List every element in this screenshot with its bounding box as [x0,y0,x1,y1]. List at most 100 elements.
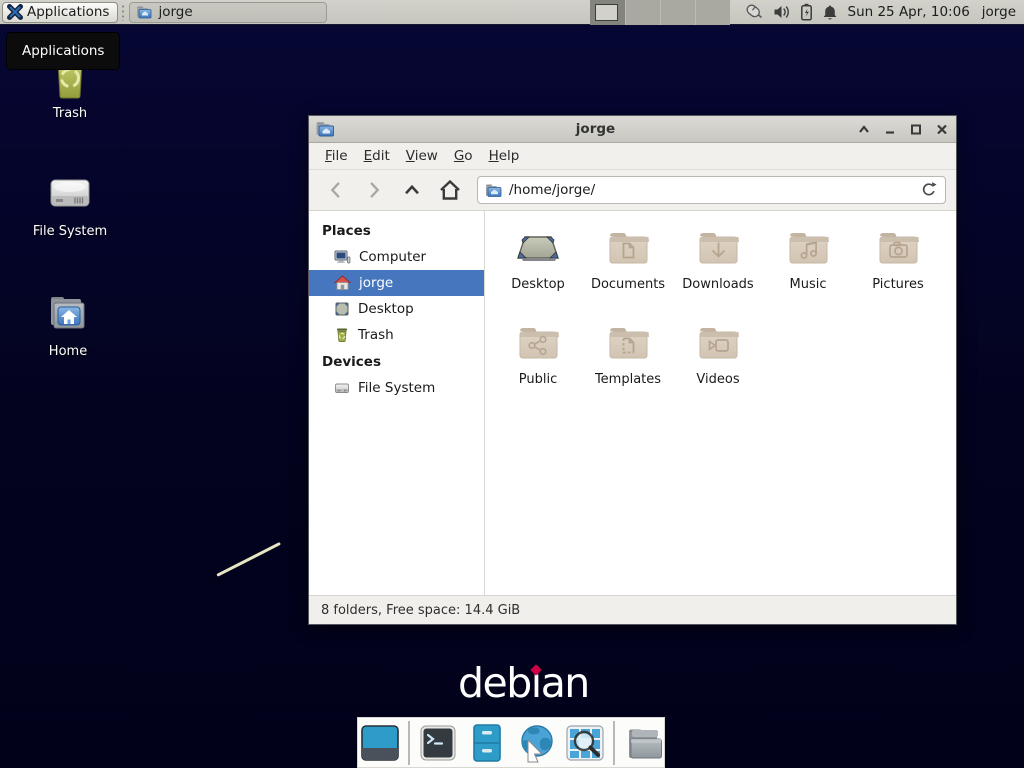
refresh-icon[interactable] [920,181,938,199]
sidebar-item-computer[interactable]: Computer [309,244,484,270]
web-browser-launcher[interactable] [515,722,557,764]
mouse-icon[interactable] [742,3,764,21]
desktop-icon-home[interactable]: Home [18,290,118,359]
terminal-launcher[interactable] [417,722,459,764]
volume-icon[interactable] [773,4,791,20]
sidebar-item-jorge[interactable]: jorge [309,270,484,296]
hard-drive-icon [334,380,350,396]
top-panel: Applications jorge [0,0,1024,25]
desktop-icon-file-system[interactable]: File System [20,170,120,239]
window-titlebar[interactable]: jorge [309,116,956,143]
debian-logo-i: i [531,663,541,704]
menu-edit[interactable]: Edit [356,144,398,168]
menu-help[interactable]: Help [481,144,528,168]
notifications-icon[interactable] [822,4,838,21]
workspace-4[interactable] [695,0,730,25]
home-button[interactable] [433,175,467,205]
debian-logo: debian [458,663,589,704]
panel-clock[interactable]: Sun 25 Apr, 10:06 [848,4,970,20]
maximize-button[interactable] [908,121,924,137]
workspace-3[interactable] [660,0,695,25]
workspace-switcher[interactable] [590,0,730,25]
home-icon [334,275,351,291]
folder-label: Music [790,277,827,292]
close-button[interactable] [934,121,950,137]
taskbar-window-button[interactable]: jorge [129,2,327,23]
sidebar-item-trash[interactable]: Trash [309,322,484,348]
status-text: 8 folders, Free space: 14.4 GiB [321,603,520,618]
menu-go[interactable]: Go [446,144,481,168]
workspace-1[interactable] [590,0,625,25]
path-bar[interactable]: /home/jorge/ [477,176,946,204]
desktop-icon-label: Trash [53,106,87,121]
taskbar-window-label: jorge [158,4,192,20]
folder-label: Pictures [872,277,923,292]
window-icon [315,120,335,138]
menu-file[interactable]: File [317,144,356,168]
sidebar-item-label: Computer [359,249,426,265]
toolbar: /home/jorge/ [309,170,956,211]
menu-bar: File Edit View Go Help [309,143,956,170]
dock-separator [613,721,615,765]
path-text[interactable]: /home/jorge/ [509,182,913,198]
folder-desktop[interactable]: Desktop [493,221,583,316]
sidebar-item-file-system[interactable]: File System [309,375,484,401]
shade-button[interactable] [856,121,872,137]
folder-downloads[interactable]: Downloads [673,221,763,316]
bottom-dock [357,717,665,768]
desktop-background: Applications jorge [0,0,1024,768]
folder-documents[interactable]: Documents [583,221,673,316]
panel-separator-grip [121,4,126,21]
folder-public[interactable]: Public [493,316,583,411]
desktop-icon [334,301,350,317]
panel-username[interactable]: jorge [982,4,1016,20]
desktop-special-icon [514,227,562,269]
window-controls [856,121,950,137]
back-icon [325,179,347,201]
application-finder-launcher[interactable] [564,722,606,764]
sidebar-item-label: File System [358,380,435,396]
battery-icon[interactable] [800,3,813,21]
sidebar-item-label: jorge [359,275,393,291]
folder-label: Desktop [511,277,565,292]
applications-menu-label: Applications [27,4,109,20]
file-manager-icon [136,5,152,19]
folder-label: Documents [591,277,665,292]
debian-logo-text: an [541,659,589,707]
file-manager-window: jorge File Edit View Go Help [308,115,957,625]
status-bar: 8 folders, Free space: 14.4 GiB [309,595,956,624]
sidebar-places-header: Places [309,217,484,244]
applications-tooltip: Applications [6,32,120,70]
folder-music[interactable]: Music [763,221,853,316]
shade-icon [858,124,870,134]
folder-videos[interactable]: Videos [673,316,763,411]
desktop-icon-label: File System [33,224,107,239]
diagonal-line-artifact [216,542,281,577]
public-folder-icon [514,322,562,364]
folder-pictures[interactable]: Pictures [853,221,943,316]
workspace-2[interactable] [625,0,660,25]
computer-icon [334,249,351,265]
folder-label: Videos [696,372,739,387]
trash-icon [334,327,350,343]
dock-separator [408,721,410,765]
minimize-button[interactable] [882,121,898,137]
forward-button[interactable] [357,175,391,205]
sidebar-item-label: Desktop [358,301,414,317]
minimize-icon [884,124,896,134]
sidebar-item-desktop[interactable]: Desktop [309,296,484,322]
file-manager-launcher[interactable] [466,722,508,764]
folder-templates[interactable]: Templates [583,316,673,411]
desktop-icon-label: Home [49,344,87,359]
workspace-window-preview [595,4,618,21]
up-button[interactable] [395,175,429,205]
show-desktop-button[interactable] [359,722,401,764]
back-button[interactable] [319,175,353,205]
folder-launcher[interactable] [622,722,664,764]
folder-label: Downloads [682,277,753,292]
path-folder-icon [485,183,502,198]
applications-tooltip-text: Applications [22,43,104,59]
menu-view[interactable]: View [398,144,446,168]
applications-menu-button[interactable]: Applications [2,2,118,23]
xfce-menu-icon [7,4,23,20]
